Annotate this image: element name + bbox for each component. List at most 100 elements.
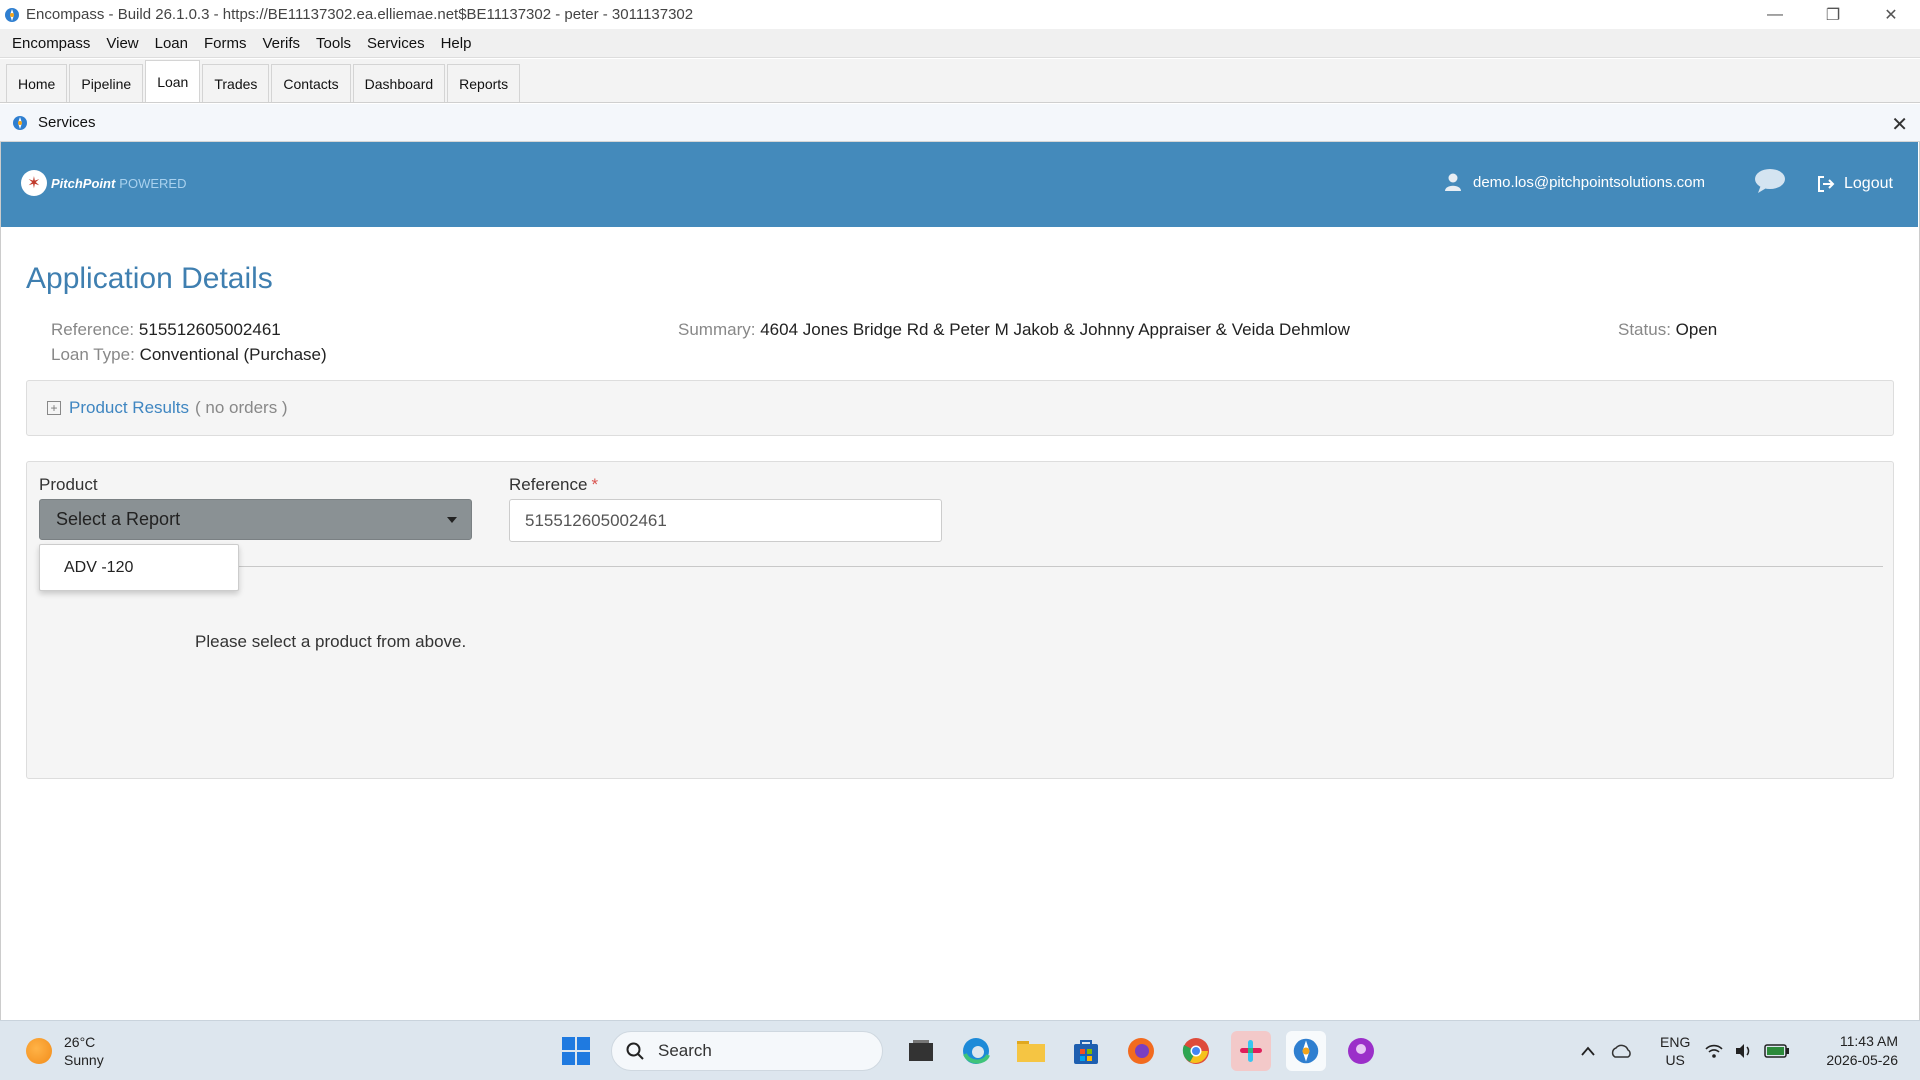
menu-item-help[interactable]: Help <box>433 35 480 52</box>
encompass-app-icon <box>5 7 19 22</box>
encompass-taskbar-icon[interactable] <box>1286 1031 1326 1071</box>
close-window-button[interactable]: ✕ <box>1862 0 1920 29</box>
user-account[interactable]: demo.los@pitchpointsolutions.com <box>1443 172 1705 192</box>
firefox-icon[interactable] <box>1121 1031 1161 1071</box>
tab-home[interactable]: Home <box>6 64 68 102</box>
pitchpoint-logo-icon: ✶ <box>21 170 47 196</box>
reference-input[interactable] <box>509 499 942 542</box>
loan-type-value: Conventional (Purchase) <box>139 345 327 364</box>
summary-label: Summary: <box>678 320 756 339</box>
menu-item-view[interactable]: View <box>98 35 146 52</box>
search-icon <box>626 1042 644 1060</box>
tab-dashboard[interactable]: Dashboard <box>352 64 446 102</box>
user-icon <box>1445 173 1461 191</box>
summary-meta: Summary: 4604 Jones Bridge Rd & Peter M … <box>678 320 1350 340</box>
expand-plus-icon[interactable]: + <box>47 401 61 415</box>
battery-icon[interactable] <box>1764 1041 1790 1061</box>
minimize-button[interactable]: — <box>1746 0 1804 29</box>
chrome-icon[interactable] <box>1176 1031 1216 1071</box>
menu-item-verifs[interactable]: Verifs <box>255 35 309 52</box>
weather-widget[interactable]: 26°C Sunny <box>26 1033 104 1069</box>
services-panel-title: Services <box>38 114 96 131</box>
lang-line2: US <box>1665 1052 1685 1068</box>
clock-time: 11:43 AM <box>1839 1033 1898 1049</box>
windows-taskbar: 26°C Sunny Search ENG US 11:43 AM 2026-0… <box>0 1020 1920 1080</box>
input-language[interactable]: ENG US <box>1660 1033 1690 1069</box>
window-title: Encompass - Build 26.1.0.3 - https://BE1… <box>26 6 694 23</box>
status-label: Status: <box>1618 320 1671 339</box>
taskbar-search[interactable]: Search <box>611 1031 883 1071</box>
reference-label: Reference: <box>51 320 135 339</box>
wifi-icon[interactable] <box>1704 1041 1724 1061</box>
services-panel-header: Services ✕ <box>0 104 1920 142</box>
loan-type-meta: Loan Type: Conventional (Purchase) <box>51 345 327 365</box>
purple-app-icon[interactable] <box>1341 1031 1381 1071</box>
chevron-up-icon[interactable] <box>1578 1041 1598 1061</box>
system-tray: ENG US <box>1578 1031 1800 1071</box>
status-value: Open <box>1675 320 1718 339</box>
chat-icon[interactable] <box>1753 167 1787 195</box>
reference-label-text: Reference <box>509 475 588 494</box>
menu-item-services[interactable]: Services <box>359 35 433 52</box>
tab-contacts[interactable]: Contacts <box>271 64 351 102</box>
summary-value: 4604 Jones Bridge Rd & Peter M Jakob & J… <box>760 320 1350 339</box>
logout-label: Logout <box>1844 175 1893 192</box>
microsoft-store-icon[interactable] <box>1066 1031 1106 1071</box>
caret-down-icon <box>447 517 457 523</box>
logout-icon <box>1818 176 1835 192</box>
status-meta: Status: Open <box>1618 320 1717 340</box>
weather-temp: 26°C <box>64 1034 96 1050</box>
tab-trades[interactable]: Trades <box>202 64 270 102</box>
loan-type-label: Loan Type: <box>51 345 135 364</box>
clock-date: 2026-05-26 <box>1826 1052 1898 1068</box>
product-field-label: Product <box>39 475 98 495</box>
product-select-value: Select a Report <box>56 509 181 529</box>
restore-button[interactable]: ❐ <box>1804 0 1862 29</box>
slack-icon[interactable] <box>1231 1031 1271 1071</box>
product-label-text: Product <box>39 475 98 494</box>
page-title: Application Details <box>26 262 273 295</box>
reference-value: 515512605002461 <box>138 320 281 339</box>
sun-icon <box>26 1038 52 1064</box>
volume-icon[interactable] <box>1734 1041 1754 1061</box>
product-results-link[interactable]: Product Results <box>69 398 189 418</box>
brand-name: PitchPoint <box>51 175 116 191</box>
edge-browser-icon[interactable] <box>956 1031 996 1071</box>
weather-desc: Sunny <box>64 1052 104 1068</box>
menu-bar: Encompass View Loan Forms Verifs Tools S… <box>0 29 1920 58</box>
product-results-panel: + Product Results ( no orders ) <box>26 380 1894 436</box>
product-option-adv-120[interactable]: ADV -120 <box>50 555 218 581</box>
tab-reports[interactable]: Reports <box>447 64 521 102</box>
form-divider <box>39 566 1883 567</box>
order-form-panel: Product Select a Report Reference* ADV -… <box>26 461 1894 779</box>
logout-button[interactable]: Logout <box>1816 175 1893 193</box>
product-select[interactable]: Select a Report <box>39 499 472 540</box>
main-tab-bar: Home Pipeline Loan Trades Contacts Dashb… <box>0 59 1920 103</box>
weather-text: 26°C Sunny <box>64 1033 104 1069</box>
windows-start-icon[interactable] <box>556 1031 596 1071</box>
user-email: demo.los@pitchpointsolutions.com <box>1473 173 1706 191</box>
reference-meta: Reference: 515512605002461 <box>51 320 281 340</box>
menu-item-encompass[interactable]: Encompass <box>4 35 98 52</box>
brand-suffix: POWERED <box>119 175 187 191</box>
taskbar-apps: Search <box>556 1031 1396 1071</box>
file-explorer-icon[interactable] <box>1011 1031 1051 1071</box>
search-placeholder: Search <box>658 1041 712 1060</box>
tab-loan[interactable]: Loan <box>145 60 201 102</box>
services-icon <box>13 115 27 130</box>
product-dropdown-menu: ADV -120 <box>39 544 239 591</box>
tab-pipeline[interactable]: Pipeline <box>69 64 144 102</box>
system-clock[interactable]: 11:43 AM 2026-05-26 <box>1826 1032 1898 1070</box>
required-marker: * <box>591 475 599 494</box>
window-controls: — ❐ ✕ <box>1746 0 1920 29</box>
pitchpoint-logo: ✶ PitchPoint POWERED <box>21 170 186 196</box>
pitchpoint-banner: ✶ PitchPoint POWERED demo.los@pitchpoint… <box>1 142 1918 227</box>
menu-item-forms[interactable]: Forms <box>196 35 255 52</box>
menu-item-tools[interactable]: Tools <box>308 35 359 52</box>
reference-field-label: Reference * <box>509 475 598 495</box>
close-services-button[interactable]: ✕ <box>1891 112 1908 137</box>
menu-item-loan[interactable]: Loan <box>147 35 196 52</box>
cloud-icon[interactable] <box>1608 1041 1634 1061</box>
window-titlebar: Encompass - Build 26.1.0.3 - https://BE1… <box>0 0 1920 29</box>
task-view-icon[interactable] <box>901 1031 941 1071</box>
